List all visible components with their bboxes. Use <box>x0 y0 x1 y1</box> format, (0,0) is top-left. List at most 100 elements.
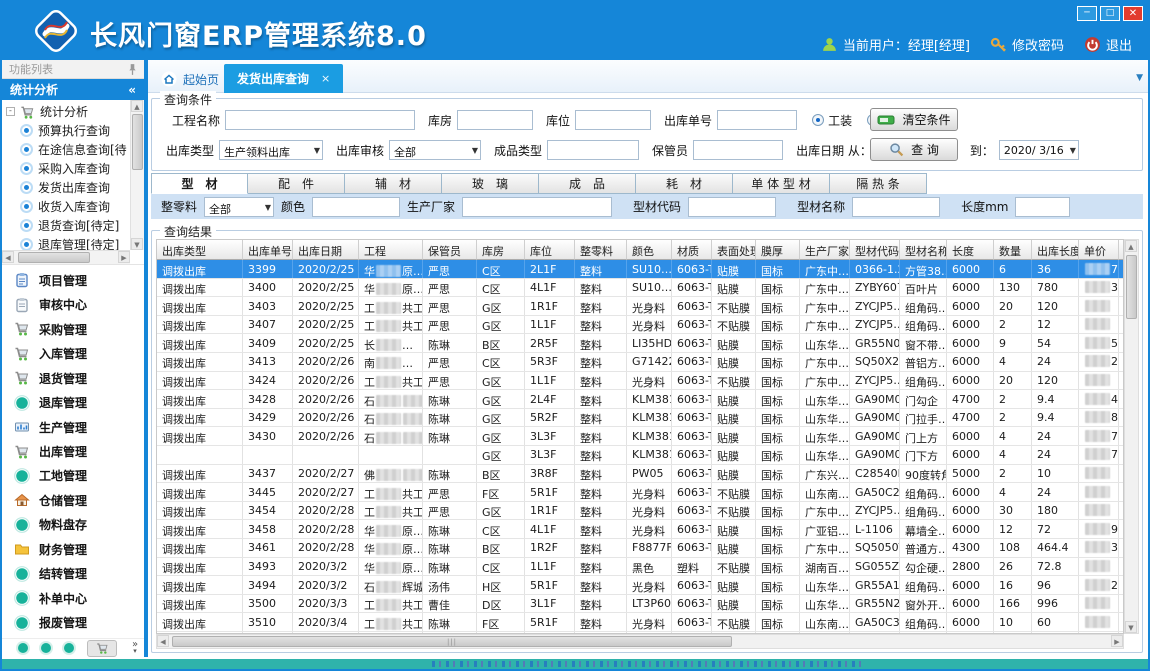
column-header[interactable]: 膜厚 <box>756 240 800 260</box>
name-input[interactable] <box>852 197 940 217</box>
project-name-input[interactable] <box>225 110 415 130</box>
sidebar-group-cart[interactable]: 入库管理 <box>2 341 144 365</box>
scroll-left-icon[interactable]: ◀ <box>2 251 14 263</box>
sidebar-group-dot[interactable]: 物料盘存 <box>2 513 144 537</box>
column-header[interactable]: 型材代码 <box>850 240 900 260</box>
nav-dot-icon[interactable] <box>41 643 51 653</box>
tree-horizontal-scrollbar[interactable]: ◀ ▶ <box>2 250 130 264</box>
sidebar-group-chart[interactable]: 生产管理 <box>2 415 144 439</box>
tree-root[interactable]: -统计分析 <box>6 102 130 121</box>
tab-home[interactable]: 起始页 <box>151 66 229 92</box>
table-row[interactable]: 调拨出库34282020/2/26石城陈琳G区2L4F整料KLM38176063… <box>157 390 1123 409</box>
tree-item[interactable]: 预算执行查询 <box>6 121 130 140</box>
table-row[interactable]: 调拨出库35102020/3/4工共工程陈琳F区5R1F整料光身料6063-T5… <box>157 613 1123 632</box>
tree-item[interactable]: 退库管理[待定] <box>6 235 130 250</box>
tree-item[interactable]: 在途信息查询[待 <box>6 140 130 159</box>
column-header[interactable]: 单价 <box>1079 240 1119 260</box>
out-type-select[interactable]: 生产领料出库▼ <box>219 140 323 160</box>
column-header[interactable]: 出库长度 <box>1032 240 1079 260</box>
sidebar-group-clipboard2[interactable]: 审核中心 <box>2 292 144 316</box>
table-row[interactable]: 调拨出库35002020/3/3工共工程曹佳D区3L1F整料LT3P606063… <box>157 595 1123 614</box>
sidebar-group-dot[interactable]: 补单中心 <box>2 586 144 610</box>
table-row[interactable]: 调拨出库34032020/2/25工共工程严思G区1R1F整料光身料6063-T… <box>157 297 1123 316</box>
material-tab-2[interactable]: 辅 材 <box>345 173 442 194</box>
more-menus-button[interactable]: » ▾ <box>132 642 138 654</box>
color-input[interactable] <box>312 197 400 217</box>
material-tab-4[interactable]: 成 品 <box>539 173 636 194</box>
sidebar-group-cart[interactable]: 退货管理 <box>2 366 144 390</box>
tree-expander-icon[interactable]: - <box>6 107 15 116</box>
length-input[interactable] <box>1015 197 1070 217</box>
grid-horizontal-scrollbar[interactable]: ◀ ||| ▶ <box>156 634 1124 649</box>
sidebar-group-dot[interactable]: 报废管理 <box>2 611 144 635</box>
tree-hscroll-thumb[interactable] <box>18 252 90 263</box>
table-row[interactable]: 调拨出库34932020/3/2华原…陈琳C区1L1F整料黑色塑料不贴膜国标湖南… <box>157 558 1123 577</box>
table-row[interactable]: 调拨出库34132020/2/26南…严思C区5R3F整料G714226063-… <box>157 353 1123 372</box>
tree-item[interactable]: 退货查询[待定] <box>6 216 130 235</box>
keeper-input[interactable] <box>693 140 783 160</box>
column-header[interactable]: 颜色 <box>627 240 672 260</box>
column-header[interactable]: 型材名称 <box>900 240 947 260</box>
clear-conditions-button[interactable]: 清空条件 <box>870 108 958 131</box>
minimize-button[interactable]: ─ <box>1077 6 1097 21</box>
tree-item[interactable]: 收货入库查询 <box>6 197 130 216</box>
grid-vscroll-thumb[interactable] <box>1126 255 1137 319</box>
scroll-right-icon[interactable]: ▶ <box>1111 635 1123 647</box>
table-row[interactable]: 调拨出库34302020/2/26石城陈琳G区3L3F整料KLM38176063… <box>157 427 1123 446</box>
material-tab-6[interactable]: 单 体 型 材 <box>733 173 830 194</box>
code-input[interactable] <box>688 197 776 217</box>
order-no-input[interactable] <box>717 110 797 130</box>
tree-vertical-scrollbar[interactable]: ▲ ▼ <box>130 100 144 250</box>
column-header[interactable]: 表面处理 <box>712 240 756 260</box>
date-to-select[interactable]: 2020/ 3/16▼ <box>999 140 1079 160</box>
change-password-button[interactable]: 修改密码 <box>990 35 1064 54</box>
table-row[interactable]: 调拨出库34942020/3/2石辉城汤伟H区5R1F整料光身料6063-T5贴… <box>157 576 1123 595</box>
sidebar-group-folder[interactable]: 财务管理 <box>2 537 144 561</box>
scroll-right-icon[interactable]: ▶ <box>118 251 130 263</box>
table-row[interactable]: 调拨出库34242020/2/26工共工程严思G区1L1F整料光身料6063-T… <box>157 372 1123 391</box>
column-header[interactable]: 工程 <box>359 240 423 260</box>
maximize-button[interactable]: □ <box>1100 6 1120 21</box>
tree-item[interactable]: 发货出库查询 <box>6 178 130 197</box>
column-header[interactable]: 材质 <box>672 240 712 260</box>
column-header[interactable]: 生产厂家 <box>800 240 850 260</box>
column-header[interactable]: 整零料 <box>575 240 627 260</box>
tree-item[interactable]: 采购入库查询 <box>6 159 130 178</box>
scroll-left-icon[interactable]: ◀ <box>157 635 169 647</box>
table-row[interactable]: 调拨出库33992020/2/25华原…严思C区2L1F整料SU10…6063-… <box>157 260 1123 279</box>
location-input[interactable] <box>575 110 651 130</box>
column-header[interactable]: 出库日期 <box>293 240 359 260</box>
table-row[interactable]: 调拨出库34372020/2/27佛…陈琳B区3R8F整料PW056063-T5… <box>157 465 1123 484</box>
column-header[interactable]: 数量 <box>994 240 1032 260</box>
tab-shipping-outbound-query[interactable]: 发货出库查询 × <box>224 64 343 93</box>
scroll-up-icon[interactable]: ▲ <box>131 100 143 112</box>
product-type-input[interactable] <box>547 140 639 160</box>
scroll-down-icon[interactable]: ▼ <box>131 238 143 250</box>
column-header[interactable]: 出库单号 <box>243 240 293 260</box>
column-header[interactable]: 库房 <box>477 240 525 260</box>
table-row[interactable]: 调拨出库34002020/2/25华原…严思C区4L1F整料SU10…6063-… <box>157 279 1123 298</box>
scroll-down-icon[interactable]: ▼ <box>1125 621 1137 633</box>
tree-vscroll-thumb[interactable] <box>132 114 143 170</box>
warehouse-input[interactable] <box>457 110 533 130</box>
column-header[interactable]: 长度 <box>947 240 994 260</box>
sidebar-group-dot[interactable]: 结转管理 <box>2 562 144 586</box>
close-button[interactable]: ✕ <box>1123 6 1143 21</box>
tab-list-caret-icon[interactable]: ▼ <box>1136 73 1143 83</box>
table-row[interactable]: 调拨出库34582020/2/28华原…陈琳C区4L1F整料光身料6063-T5… <box>157 520 1123 539</box>
material-tab-7[interactable]: 隔 热 条 <box>830 173 927 194</box>
sidebar-group-dot[interactable]: 工地管理 <box>2 464 144 488</box>
cart-nav-button[interactable] <box>87 640 117 657</box>
material-tab-3[interactable]: 玻 璃 <box>442 173 539 194</box>
sidebar-group-dot[interactable]: 退库管理 <box>2 390 144 414</box>
zl-select[interactable]: 全部▼ <box>204 197 274 217</box>
table-row[interactable]: G区3L3F整料KLM38176063-T5贴膜国标山东华…GA90M09.门下… <box>157 446 1123 465</box>
sidebar-group-cart[interactable]: 出库管理 <box>2 439 144 463</box>
logout-button[interactable]: 退出 <box>1084 35 1132 54</box>
column-header[interactable]: 保管员 <box>423 240 477 260</box>
sidebar-group-clipboard[interactable]: 项目管理 <box>2 268 144 292</box>
column-header[interactable]: 出库类型 <box>157 240 243 260</box>
column-header[interactable]: 库位 <box>525 240 575 260</box>
nav-dot-icon[interactable] <box>18 643 28 653</box>
table-row[interactable]: 调拨出库34292020/2/26石城陈琳G区5R2F整料KLM38176063… <box>157 409 1123 428</box>
